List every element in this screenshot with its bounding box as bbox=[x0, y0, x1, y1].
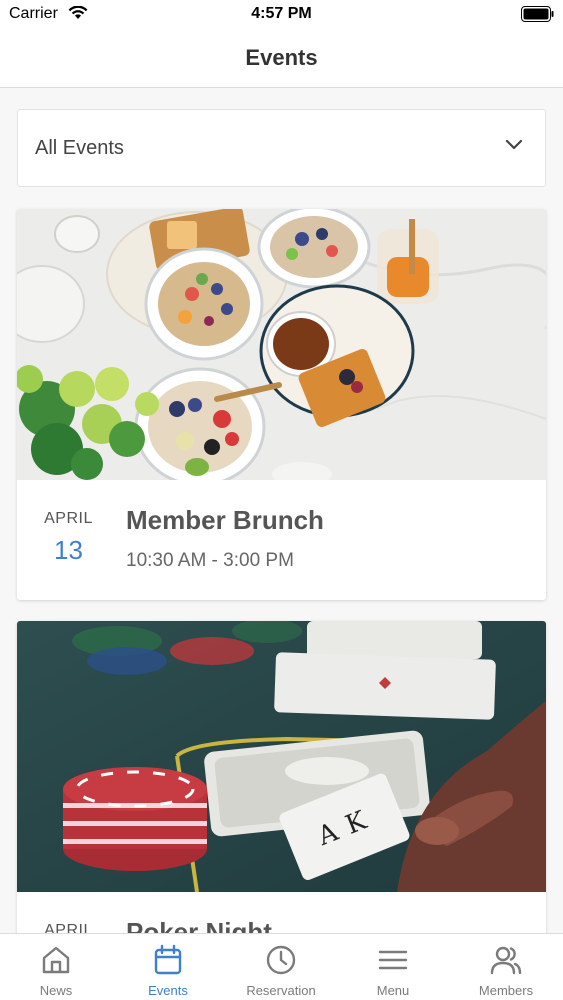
menu-icon bbox=[378, 950, 408, 970]
tab-events[interactable]: Events bbox=[112, 934, 224, 1000]
calendar-icon bbox=[154, 944, 182, 975]
clock-icon bbox=[266, 945, 296, 975]
tab-menu[interactable]: Menu bbox=[337, 934, 449, 1000]
event-card[interactable]: A K APRIL Poker Night bbox=[17, 621, 546, 951]
status-time: 4:57 PM bbox=[251, 5, 312, 22]
tab-news[interactable]: News bbox=[0, 934, 112, 1000]
tab-bar: News Events Reservation Menu Members bbox=[0, 933, 563, 1000]
tab-label: Events bbox=[148, 983, 188, 998]
battery-icon bbox=[521, 6, 554, 22]
nav-bar: Events bbox=[0, 30, 563, 88]
tab-label: News bbox=[39, 983, 73, 998]
event-time: 10:30 AM - 3:00 PM bbox=[126, 550, 294, 571]
event-card[interactable]: APRIL 13 Member Brunch 10:30 AM - 3:00 P… bbox=[17, 209, 546, 600]
event-date-month: APRIL bbox=[44, 510, 93, 527]
chevron-down-icon bbox=[505, 139, 523, 150]
tab-members[interactable]: Members bbox=[450, 934, 562, 1000]
event-title: Member Brunch bbox=[126, 505, 324, 535]
status-bar: Carrier 4:57 PM bbox=[0, 0, 563, 30]
event-image-poker: A K bbox=[17, 621, 546, 892]
page-title: Events bbox=[245, 45, 318, 70]
event-date-day: 13 bbox=[54, 535, 83, 565]
home-icon bbox=[42, 946, 70, 974]
event-filter-dropdown[interactable]: All Events bbox=[17, 109, 546, 187]
users-icon bbox=[490, 946, 522, 975]
filter-selected-value: All Events bbox=[35, 137, 124, 159]
brunch-photo bbox=[17, 209, 546, 480]
tab-label: Menu bbox=[376, 983, 410, 998]
event-image-brunch bbox=[17, 209, 546, 480]
tab-reservation[interactable]: Reservation bbox=[225, 934, 337, 1000]
poker-photo: A K bbox=[17, 621, 546, 892]
tab-label: Members bbox=[478, 983, 534, 998]
tab-label: Reservation bbox=[246, 983, 316, 998]
